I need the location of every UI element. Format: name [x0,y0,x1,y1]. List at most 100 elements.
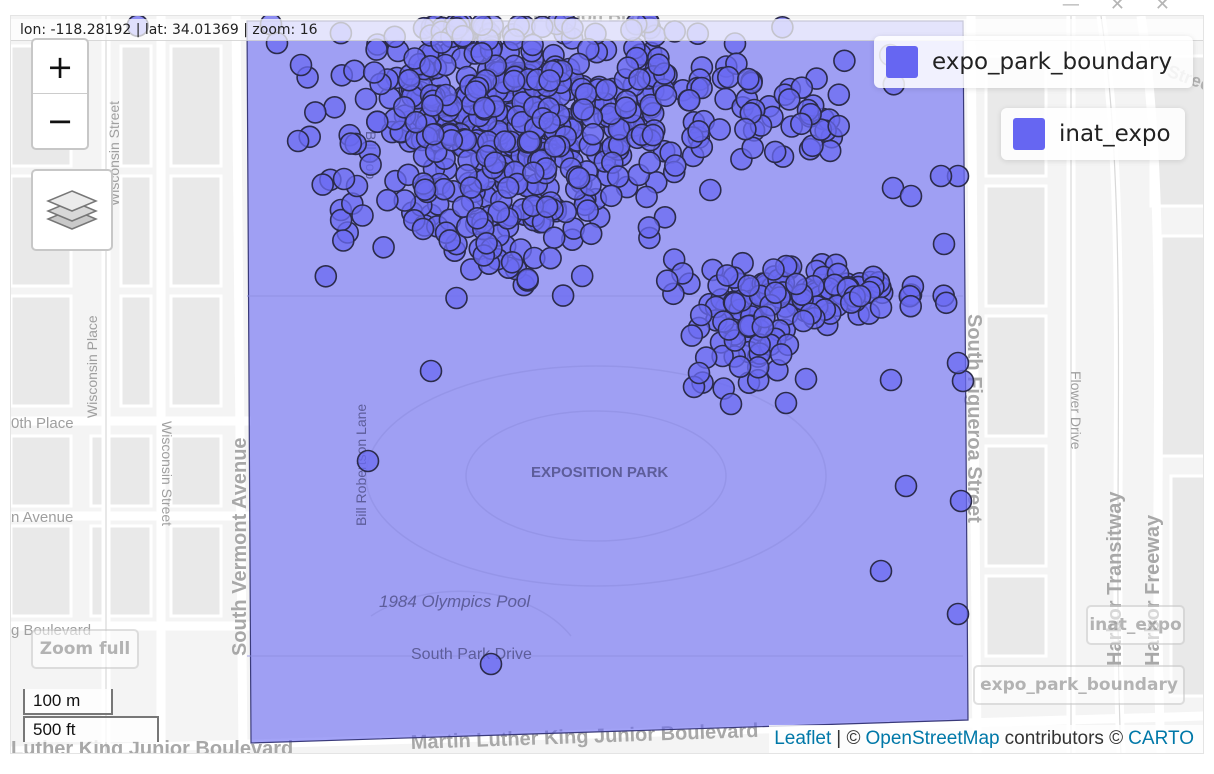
close-icon-2[interactable]: ✕ [1155,0,1170,15]
observation-marker[interactable] [535,195,559,219]
observation-marker[interactable] [339,132,363,155]
observation-marker[interactable] [677,89,701,112]
observation-marker[interactable] [734,117,757,141]
observation-marker[interactable] [581,122,605,146]
observation-marker[interactable] [848,284,872,308]
observation-marker[interactable] [728,355,752,379]
observation-marker[interactable] [419,54,442,78]
observation-marker[interactable] [539,246,562,270]
observation-marker[interactable] [687,361,711,385]
observation-marker[interactable] [763,140,787,164]
observation-marker[interactable] [365,110,389,134]
observation-marker[interactable] [483,151,507,174]
observation-marker[interactable] [432,177,456,201]
observation-marker[interactable] [567,166,591,190]
observation-marker[interactable] [470,41,493,65]
leaflet-link[interactable]: Leaflet [774,725,831,753]
observation-marker[interactable] [445,286,468,310]
observation-marker[interactable] [343,59,366,83]
observation-marker[interactable] [356,449,380,473]
observation-marker[interactable] [521,161,545,184]
observation-marker[interactable] [397,68,421,92]
observation-marker[interactable] [946,351,970,375]
observation-marker[interactable] [751,315,775,339]
observation-marker[interactable] [421,123,445,146]
observation-marker[interactable] [833,49,856,73]
minimize-icon[interactable]: — [1062,0,1080,15]
map-container[interactable]: Wisconsin Street Wisconsin Place Wiscons… [10,15,1204,754]
observation-marker[interactable] [719,392,743,416]
observation-marker[interactable] [376,188,399,212]
observation-marker[interactable] [635,185,658,209]
observation-marker[interactable] [614,96,638,119]
observation-marker[interactable] [518,130,542,154]
observation-marker[interactable] [655,269,679,293]
observation-marker[interactable] [698,178,722,202]
close-icon[interactable]: ✕ [1110,0,1125,15]
observation-marker[interactable] [606,165,630,188]
observation-marker[interactable] [599,184,623,208]
zoom-full-button[interactable]: Zoom full [31,629,139,669]
observation-marker[interactable] [932,232,956,256]
observation-marker[interactable] [628,67,651,91]
observation-marker[interactable] [949,489,973,513]
observation-marker[interactable] [894,474,918,498]
observation-marker[interactable] [794,367,818,391]
observation-marker[interactable] [359,153,382,176]
observation-marker[interactable] [438,229,462,252]
observation-marker[interactable] [303,101,327,124]
observation-marker[interactable] [869,296,893,319]
observation-marker[interactable] [708,118,732,141]
observation-marker[interactable] [576,199,600,222]
observation-marker[interactable] [493,130,517,153]
observation-marker[interactable] [579,222,603,246]
observation-marker[interactable] [479,652,503,676]
observation-marker[interactable] [899,294,923,318]
observation-marker[interactable] [459,176,483,199]
observation-marker[interactable] [637,216,661,239]
observation-marker[interactable] [879,368,903,392]
observation-marker[interactable] [332,167,356,191]
observation-marker[interactable] [717,318,741,341]
observation-marker[interactable] [723,291,747,315]
observation-marker[interactable] [764,281,787,305]
observation-marker[interactable] [286,129,310,153]
observation-marker[interactable] [736,67,760,91]
observation-marker[interactable] [647,53,671,77]
observation-marker[interactable] [654,84,678,108]
observation-marker[interactable] [827,114,851,138]
zoom-to-inat-expo-button[interactable]: inat_expo [1086,605,1185,645]
observation-marker[interactable] [354,87,378,111]
zoom-to-boundary-button[interactable]: expo_park_boundary [973,665,1185,705]
observation-marker[interactable] [500,251,524,274]
observation-marker[interactable] [789,112,813,136]
layers-control-button[interactable] [31,169,113,251]
zoom-in-button[interactable]: + [33,40,87,94]
observation-marker[interactable] [687,120,710,143]
observation-marker[interactable] [323,96,346,119]
observation-marker[interactable] [551,284,575,307]
observation-marker[interactable] [716,65,740,89]
observation-marker[interactable] [899,184,923,208]
observation-marker[interactable] [289,53,313,77]
observation-marker[interactable] [543,135,567,158]
observation-marker[interactable] [934,291,958,315]
observation-marker[interactable] [516,267,539,291]
observation-marker[interactable] [311,173,335,196]
observation-marker[interactable] [472,96,496,120]
observation-marker[interactable] [538,111,562,134]
observation-marker[interactable] [680,324,704,347]
observation-marker[interactable] [413,178,437,201]
observation-marker[interactable] [331,229,355,252]
observation-marker[interactable] [777,88,801,111]
observation-marker[interactable] [542,226,566,249]
observation-marker[interactable] [641,123,665,147]
observation-marker[interactable] [502,69,526,93]
observation-marker[interactable] [946,602,970,626]
osm-link[interactable]: OpenStreetMap [865,725,999,753]
observation-marker[interactable] [466,207,489,230]
carto-link[interactable]: CARTO [1128,725,1194,753]
observation-marker[interactable] [827,83,851,106]
observation-marker[interactable] [351,204,374,227]
observation-marker[interactable] [791,309,815,333]
